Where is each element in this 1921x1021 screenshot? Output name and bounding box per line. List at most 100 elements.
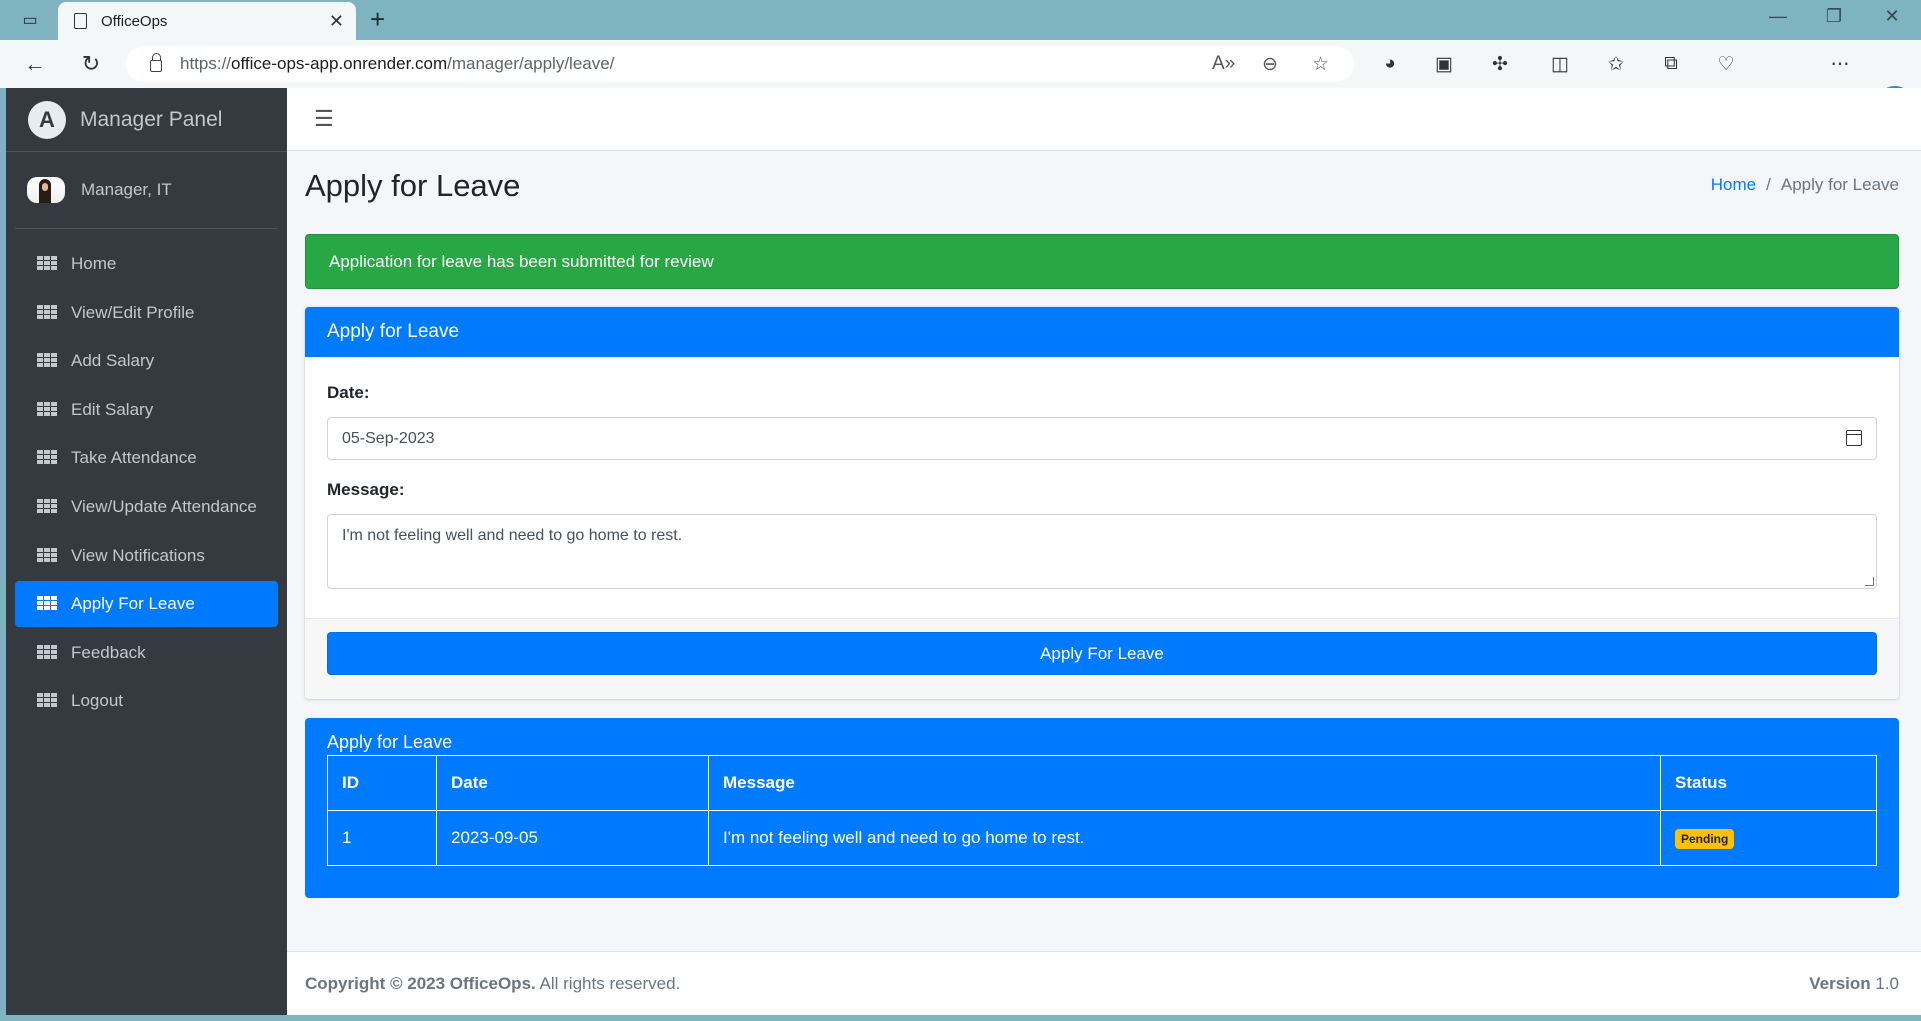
hamburger-menu-icon[interactable]: ☰ xyxy=(314,106,334,132)
breadcrumb: Home / Apply for Leave xyxy=(1711,175,1899,195)
grid-icon xyxy=(37,547,57,564)
copyright: Copyright © 2023 OfficeOps. All rights r… xyxy=(305,974,680,994)
sidebar-item-take-attendance[interactable]: Take Attendance xyxy=(15,435,278,481)
sidebar-item-view-notifications[interactable]: View Notifications xyxy=(15,533,278,579)
split-screen-icon[interactable]: ◫ xyxy=(1546,50,1574,78)
sidebar-item-edit-salary[interactable]: Edit Salary xyxy=(15,387,278,433)
leave-form-card: Apply for Leave Date: 05-Sep-2023 Messag… xyxy=(305,307,1899,699)
page-icon xyxy=(74,13,87,29)
history-card-title: Apply for Leave xyxy=(327,732,453,752)
user-panel[interactable]: Manager, IT xyxy=(15,152,278,229)
message-value: I'm not feeling well and need to go home… xyxy=(342,527,683,544)
message-label: Message: xyxy=(327,480,405,499)
table-header-row: ID Date Message Status xyxy=(327,755,1877,811)
favorite-star-icon[interactable]: ☆ xyxy=(1312,53,1329,76)
grid-icon xyxy=(37,596,57,612)
apply-for-leave-button[interactable]: Apply For Leave xyxy=(327,632,1877,675)
sidebar: A Manager Panel Manager, IT Home View/Ed… xyxy=(6,88,287,1015)
calendar-icon[interactable] xyxy=(1846,430,1862,446)
sidebar-item-label: Feedback xyxy=(71,642,146,662)
sidebar-item-label: Home xyxy=(71,254,117,273)
copyright-bold: Copyright © 2023 OfficeOps. xyxy=(305,973,536,993)
new-tab-icon[interactable]: + xyxy=(370,4,385,34)
breadcrumb-home-link[interactable]: Home xyxy=(1711,175,1756,194)
extensions-puzzle-icon[interactable]: ✣ xyxy=(1486,50,1514,78)
column-header-message: Message xyxy=(708,755,1661,811)
success-alert: Application for leave has been submitted… xyxy=(305,234,1899,289)
form-card-title: Apply for Leave xyxy=(305,307,1899,357)
sidebar-item-add-salary[interactable]: Add Salary xyxy=(15,338,278,384)
sidebar-item-label: Logout xyxy=(71,691,123,711)
url-prefix: https:// xyxy=(180,54,232,73)
browser-tab-bar: ▭ OfficeOps ✕ + — ❐ ✕ xyxy=(0,0,1921,40)
cell-message: I'm not feeling well and need to go home… xyxy=(708,810,1661,866)
sidebar-menu: Home View/Edit Profile Add Salary Edit S… xyxy=(6,229,287,724)
grid-icon xyxy=(37,256,57,272)
column-header-date: Date xyxy=(436,755,709,811)
cell-date: 2023-09-05 xyxy=(436,810,709,866)
cell-status: Pending xyxy=(1660,810,1877,866)
browser-essentials-icon[interactable]: ♡ xyxy=(1712,50,1740,78)
tab-actions-icon[interactable]: ▭ xyxy=(16,6,44,34)
leave-history-table: ID Date Message Status 1 2023-09-05 I'm … xyxy=(327,755,1877,866)
sidebar-item-logout[interactable]: Logout xyxy=(15,678,278,724)
message-textarea[interactable]: I'm not feeling well and need to go home… xyxy=(327,514,1877,589)
grid-icon xyxy=(37,693,57,709)
collections-icon[interactable]: ⧉ xyxy=(1657,50,1685,78)
restore-icon[interactable]: ❐ xyxy=(1814,6,1854,27)
grid-icon xyxy=(37,498,57,515)
sidebar-item-view-update-attendance[interactable]: View/Update Attendance xyxy=(15,484,278,530)
close-window-icon[interactable]: ✕ xyxy=(1872,6,1912,27)
sidebar-item-view-edit-profile[interactable]: View/Edit Profile xyxy=(15,290,278,336)
tab-title: OfficeOps xyxy=(101,12,168,30)
sidebar-item-apply-for-leave[interactable]: Apply For Leave xyxy=(15,581,278,628)
brand-text: Manager Panel xyxy=(80,107,223,131)
date-value: 05-Sep-2023 xyxy=(342,429,435,447)
grid-icon xyxy=(37,353,57,369)
minimize-icon[interactable]: — xyxy=(1758,6,1798,27)
lock-icon xyxy=(150,53,162,72)
grid-icon xyxy=(37,304,57,321)
page-footer: Copyright © 2023 OfficeOps. All rights r… xyxy=(287,951,1921,1015)
user-name: Manager, IT xyxy=(81,180,172,199)
column-header-status: Status xyxy=(1660,755,1877,811)
brand-logo-icon: A xyxy=(28,100,66,139)
sidebar-item-feedback[interactable]: Feedback xyxy=(15,630,278,676)
grid-icon xyxy=(37,644,57,661)
address-bar[interactable]: https://office-ops-app.onrender.com/mana… xyxy=(126,46,1354,82)
sidebar-item-home[interactable]: Home xyxy=(15,241,278,287)
version-label: Version xyxy=(1809,973,1871,993)
leave-history-card: Apply for Leave ID Date Message Status 1… xyxy=(305,718,1899,898)
sidebar-item-label: Take Attendance xyxy=(71,448,197,468)
browser-tab[interactable]: OfficeOps ✕ xyxy=(58,2,356,40)
sidebar-item-label: Edit Salary xyxy=(71,399,154,419)
brand-link[interactable]: A Manager Panel xyxy=(6,88,287,152)
status-badge: Pending xyxy=(1675,829,1735,849)
breadcrumb-separator: / xyxy=(1766,175,1771,194)
copyright-rest: All rights reserved. xyxy=(535,973,681,993)
close-tab-icon[interactable]: ✕ xyxy=(329,11,344,32)
back-icon[interactable]: ← xyxy=(18,48,52,80)
zoom-out-icon[interactable]: ⊖ xyxy=(1262,53,1278,76)
refresh-icon[interactable]: ↻ xyxy=(74,48,108,80)
version: Version 1.0 xyxy=(1809,974,1899,994)
favorites-icon[interactable]: ✩ xyxy=(1602,50,1630,78)
sidebar-item-label: Apply For Leave xyxy=(71,594,195,614)
version-value: 1.0 xyxy=(1870,973,1899,993)
cell-id: 1 xyxy=(327,810,437,866)
more-options-icon[interactable]: ⋯ xyxy=(1826,50,1854,78)
picture-in-picture-icon[interactable]: ▣ xyxy=(1430,50,1458,78)
grid-icon xyxy=(37,450,57,466)
user-avatar xyxy=(27,177,65,203)
date-input[interactable]: 05-Sep-2023 xyxy=(327,417,1877,460)
read-aloud-icon[interactable]: A» xyxy=(1212,53,1235,75)
date-label: Date: xyxy=(327,383,370,402)
breadcrumb-current: Apply for Leave xyxy=(1780,175,1899,194)
form-card-footer: Apply For Leave xyxy=(305,618,1899,699)
table-row: 1 2023-09-05 I'm not feeling well and ne… xyxy=(327,810,1877,866)
extension-globe-icon[interactable]: ◕ xyxy=(1376,50,1404,78)
main-content: ☰ Apply for Leave Home / Apply for Leave A… xyxy=(287,88,1921,1015)
grid-icon xyxy=(37,401,57,418)
column-header-id: ID xyxy=(327,755,437,811)
top-navbar: ☰ xyxy=(287,88,1921,151)
